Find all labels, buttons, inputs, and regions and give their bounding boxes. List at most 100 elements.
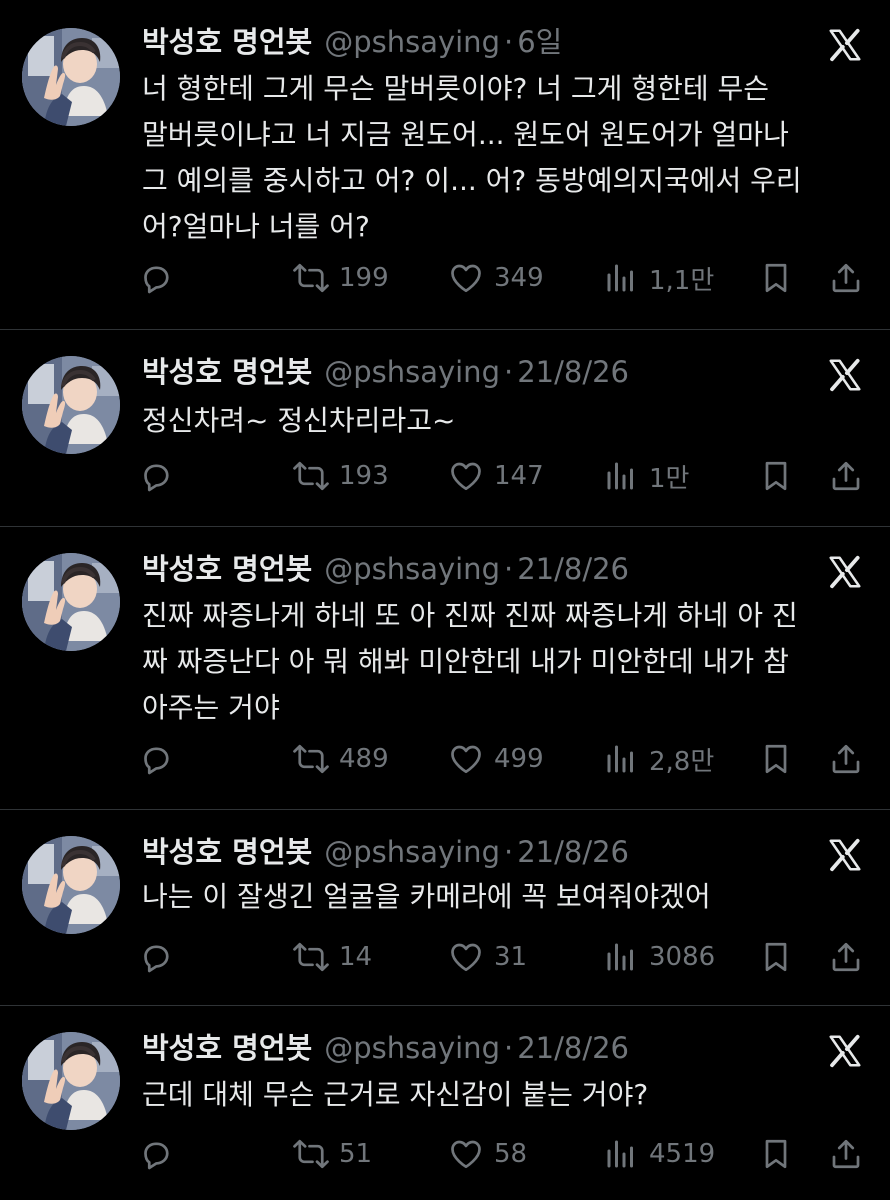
display-name[interactable]: 박성호 명언봇 — [142, 1028, 312, 1068]
tweet-header: 박성호 명언봇 @pshsaying · 21/8/26 — [142, 352, 629, 392]
separator-dot: · — [503, 1031, 514, 1065]
reply-icon — [138, 458, 174, 494]
avatar[interactable] — [22, 356, 120, 454]
bookmark-button[interactable] — [758, 258, 794, 298]
separator-dot: · — [503, 25, 514, 59]
views-icon — [603, 741, 639, 777]
x-logo-icon — [826, 836, 864, 874]
tweet[interactable]: 박성호 명언봇 @pshsaying · 21/8/26 진짜 짜증나게 하네 … — [0, 527, 890, 810]
views-button[interactable]: 2,8만 — [603, 739, 714, 779]
avatar[interactable] — [22, 28, 120, 126]
tweet[interactable]: 박성호 명언봇 @pshsaying · 21/8/26 근데 대체 무슨 근거… — [0, 1006, 890, 1200]
like-button[interactable]: 499 — [448, 739, 544, 779]
retweet-icon — [293, 741, 329, 777]
bookmark-button[interactable] — [758, 739, 794, 779]
timestamp[interactable]: 21/8/26 — [517, 352, 629, 392]
retweet-button[interactable]: 193 — [293, 456, 389, 496]
avatar[interactable] — [22, 836, 120, 934]
display-name[interactable]: 박성호 명언봇 — [142, 549, 312, 589]
retweet-count: 193 — [339, 461, 389, 491]
like-button[interactable]: 349 — [448, 258, 544, 298]
reply-button[interactable] — [138, 258, 184, 298]
timestamp[interactable]: 6일 — [517, 22, 562, 62]
views-icon — [603, 1136, 639, 1172]
view-count: 3086 — [649, 942, 716, 972]
views-button[interactable]: 3086 — [603, 937, 715, 977]
like-button[interactable]: 147 — [448, 456, 544, 496]
like-count: 31 — [494, 942, 528, 972]
bookmark-button[interactable] — [758, 1134, 794, 1174]
action-bar: 489 499 2,8만 — [138, 739, 868, 779]
share-button[interactable] — [828, 739, 864, 779]
retweet-icon — [293, 458, 329, 494]
like-button[interactable]: 31 — [448, 937, 527, 977]
display-name[interactable]: 박성호 명언봇 — [142, 22, 312, 62]
bookmark-icon — [758, 939, 794, 975]
retweet-button[interactable]: 51 — [293, 1134, 372, 1174]
tweet-header: 박성호 명언봇 @pshsaying · 6일 — [142, 22, 562, 62]
heart-icon — [448, 260, 484, 296]
handle[interactable]: @pshsaying — [324, 352, 500, 392]
bookmark-icon — [758, 260, 794, 296]
avatar[interactable] — [22, 553, 120, 651]
action-bar: 199 349 1,1만 — [138, 258, 868, 298]
tweet-header: 박성호 명언봇 @pshsaying · 21/8/26 — [142, 1028, 629, 1068]
handle[interactable]: @pshsaying — [324, 549, 500, 589]
views-button[interactable]: 1,1만 — [603, 258, 714, 298]
tweet-text: 너 형한테 그게 무슨 말버릇이야? 너 그게 형한테 무슨 말버릇이냐고 너 … — [142, 72, 802, 243]
reply-button[interactable] — [138, 1134, 184, 1174]
tweet[interactable]: 박성호 명언봇 @pshsaying · 6일 너 형한테 그게 무슨 말버릇이… — [0, 0, 890, 330]
avatar[interactable] — [22, 1032, 120, 1130]
retweet-count: 14 — [339, 942, 373, 972]
handle[interactable]: @pshsaying — [324, 1028, 500, 1068]
reply-button[interactable] — [138, 739, 184, 779]
view-count: 4519 — [649, 1139, 716, 1169]
like-count: 147 — [494, 461, 544, 491]
heart-icon — [448, 741, 484, 777]
heart-icon — [448, 1136, 484, 1172]
reply-icon — [138, 939, 174, 975]
bookmark-icon — [758, 741, 794, 777]
retweet-icon — [293, 939, 329, 975]
display-name[interactable]: 박성호 명언봇 — [142, 352, 312, 392]
bookmark-button[interactable] — [758, 937, 794, 977]
retweet-button[interactable]: 489 — [293, 739, 389, 779]
share-icon — [828, 939, 864, 975]
tweet-text: 근데 대체 무슨 근거로 자신감이 붙는 거야? — [142, 1078, 649, 1111]
x-logo-icon — [826, 356, 864, 394]
views-button[interactable]: 4519 — [603, 1134, 715, 1174]
views-button[interactable]: 1만 — [603, 456, 689, 496]
tweet-text: 진짜 짜증나게 하네 또 아 진짜 진짜 짜증나게 하네 아 진 짜 짜증난다 … — [142, 599, 798, 724]
timestamp[interactable]: 21/8/26 — [517, 832, 629, 872]
share-icon — [828, 741, 864, 777]
timestamp[interactable]: 21/8/26 — [517, 1028, 629, 1068]
share-button[interactable] — [828, 1134, 864, 1174]
retweet-button[interactable]: 199 — [293, 258, 389, 298]
tweet-header: 박성호 명언봇 @pshsaying · 21/8/26 — [142, 549, 629, 589]
views-icon — [603, 458, 639, 494]
share-button[interactable] — [828, 456, 864, 496]
share-button[interactable] — [828, 937, 864, 977]
timestamp[interactable]: 21/8/26 — [517, 549, 629, 589]
retweet-icon — [293, 1136, 329, 1172]
bookmark-button[interactable] — [758, 456, 794, 496]
view-count: 2,8만 — [649, 746, 715, 777]
retweet-button[interactable]: 14 — [293, 937, 372, 977]
tweet[interactable]: 박성호 명언봇 @pshsaying · 21/8/26 정신차려~ 정신차리라… — [0, 330, 890, 527]
handle[interactable]: @pshsaying — [324, 832, 500, 872]
like-count: 499 — [494, 744, 544, 774]
handle[interactable]: @pshsaying — [324, 22, 500, 62]
heart-icon — [448, 458, 484, 494]
share-button[interactable] — [828, 258, 864, 298]
separator-dot: · — [503, 552, 514, 586]
bookmark-icon — [758, 1136, 794, 1172]
reply-button[interactable] — [138, 937, 184, 977]
display-name[interactable]: 박성호 명언봇 — [142, 832, 312, 872]
tweet[interactable]: 박성호 명언봇 @pshsaying · 21/8/26 나는 이 잘생긴 얼굴… — [0, 810, 890, 1006]
like-button[interactable]: 58 — [448, 1134, 527, 1174]
bookmark-icon — [758, 458, 794, 494]
share-icon — [828, 260, 864, 296]
view-count: 1,1만 — [649, 265, 715, 296]
reply-button[interactable] — [138, 456, 184, 496]
retweet-count: 51 — [339, 1139, 373, 1169]
